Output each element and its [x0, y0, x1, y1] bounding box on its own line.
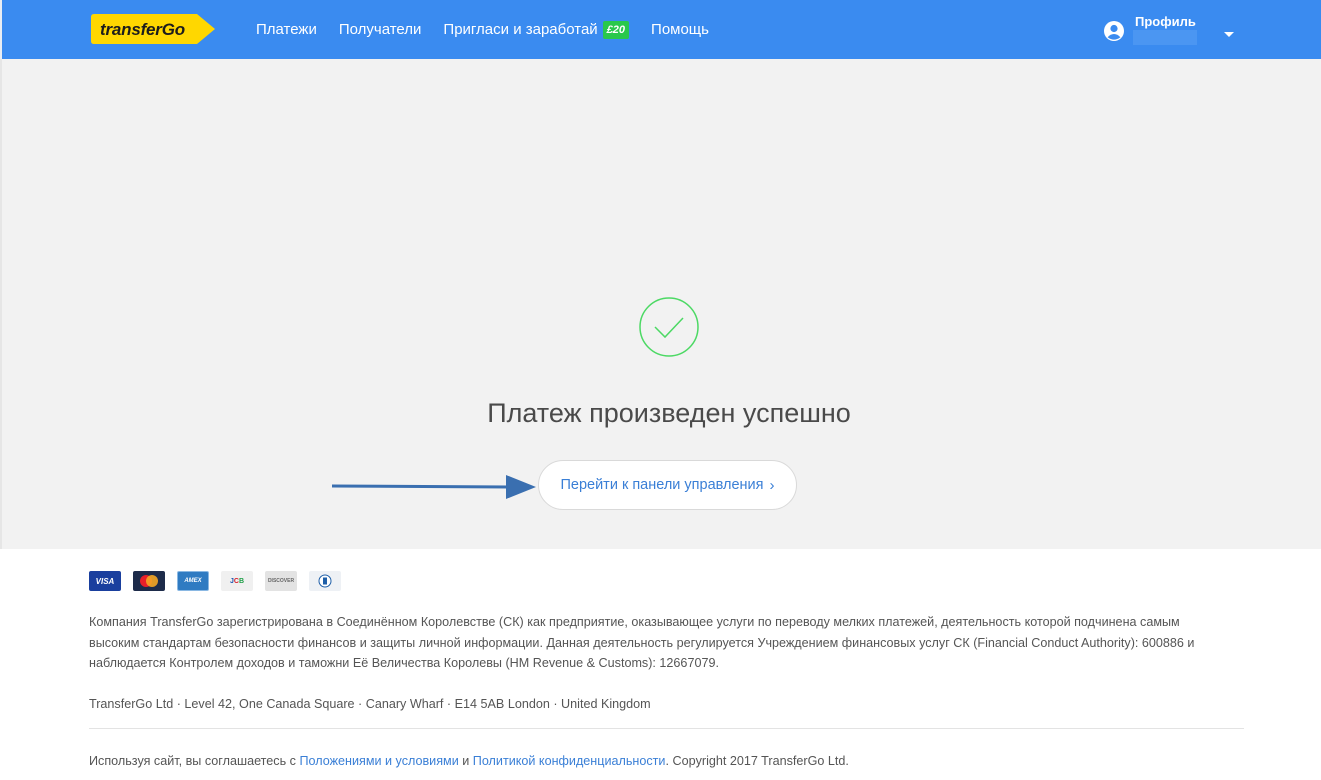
payment-success-panel: Платеж произведен успешно Перейти к пане…: [0, 59, 1321, 549]
nav-help[interactable]: Помощь: [651, 21, 709, 38]
footer-divider: [89, 728, 1244, 729]
terms-link[interactable]: Положениями и условиями: [299, 754, 458, 768]
visa-icon: VISA: [89, 571, 121, 591]
consent-text: Используя сайт, вы соглашаетесь с Положе…: [89, 754, 849, 768]
profile-menu[interactable]: Профиль: [1103, 12, 1243, 48]
nav-recipients[interactable]: Получатели: [339, 21, 422, 38]
profile-label: Профиль: [1135, 14, 1196, 29]
nav-invite-earn[interactable]: Пригласи и заработай £20: [443, 20, 630, 39]
dashboard-button-label: Перейти к панели управления: [560, 477, 764, 493]
payment-cards: VISA AMEX JCB DISCOVER: [89, 571, 353, 591]
amex-icon: AMEX: [177, 571, 209, 591]
privacy-policy-link[interactable]: Политикой конфиденциальности: [473, 754, 666, 768]
arrow-pointer-icon: [331, 472, 536, 505]
mastercard-icon: [133, 571, 165, 591]
user-avatar-icon: [1103, 20, 1125, 47]
discover-icon: DISCOVER: [265, 571, 297, 591]
chevron-down-icon[interactable]: [1223, 26, 1235, 44]
nav-invite-earn-label: Пригласи и заработай: [443, 21, 598, 38]
logo-text: transferGo: [100, 20, 185, 39]
go-to-dashboard-button[interactable]: Перейти к панели управления ›: [538, 460, 797, 510]
profile-name-redacted: [1133, 30, 1197, 45]
legal-disclaimer: Компания TransferGo зарегистрирована в С…: [89, 615, 1195, 670]
copyright-text: . Copyright 2017 TransferGo Ltd.: [665, 754, 849, 768]
jcb-icon: JCB: [221, 571, 253, 591]
check-circle-icon: [638, 296, 700, 363]
nav-payments[interactable]: Платежи: [256, 21, 317, 38]
nav-payments-label: Платежи: [256, 21, 317, 38]
company-address: TransferGo Ltd · Level 42, One Canada Sq…: [89, 697, 651, 711]
transfergo-logo[interactable]: transferGo: [91, 14, 215, 44]
diners-club-icon: [309, 571, 341, 591]
nav-recipients-label: Получатели: [338, 21, 422, 38]
main-nav: Платежи Получатели Пригласи и заработай …: [256, 0, 731, 59]
top-navbar: transferGo Платежи Получатели Пригласи и…: [0, 0, 1321, 59]
chevron-right-icon: ›: [769, 476, 775, 494]
nav-help-label: Помощь: [651, 21, 709, 38]
referral-bonus-badge: £20: [602, 20, 630, 39]
success-title: Платеж произведен успешно: [487, 398, 851, 428]
